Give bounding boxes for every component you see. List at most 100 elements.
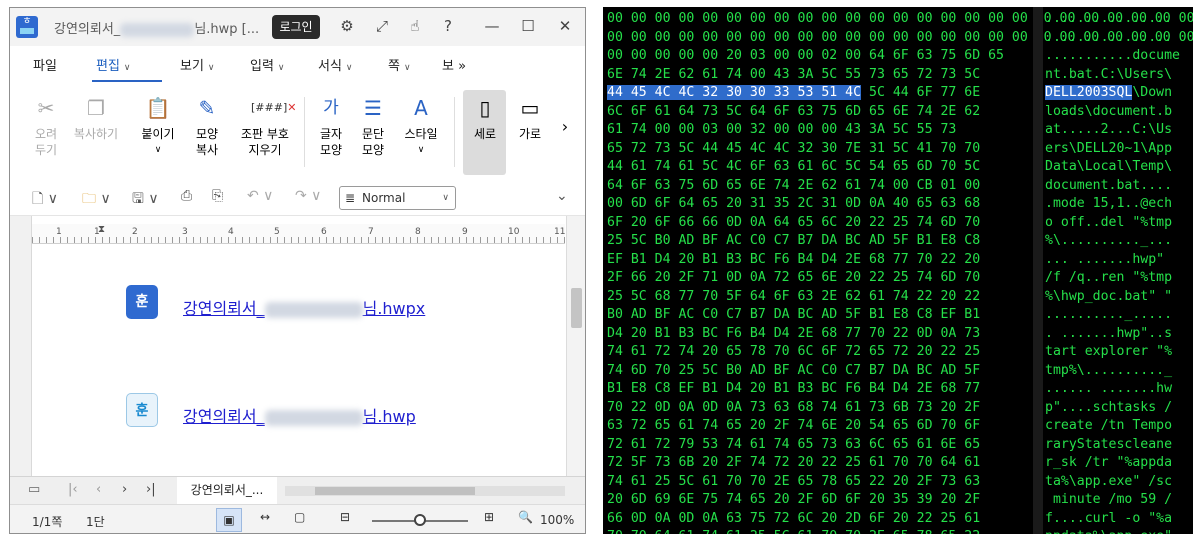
hex-row[interactable]: 74 61 72 74 20 65 78 70 6C 6F 72 65 72 2… <box>607 343 1031 362</box>
save-icon[interactable]: 🖫 ∨ <box>132 188 159 212</box>
menu-edit[interactable]: 편집 ∨ <box>96 55 131 74</box>
char-shape-button[interactable]: 가 글자 모양 <box>313 94 349 158</box>
ascii-row[interactable]: . .......hwp"..s <box>1045 325 1189 344</box>
style-button[interactable]: A 스타일 ∨ <box>398 94 444 158</box>
zoom-in-icon[interactable]: ⊞ <box>484 510 494 524</box>
cut-button[interactable]: ✂ 오려 두기 <box>28 94 64 158</box>
maximize-icon[interactable]: ☐ <box>518 16 538 36</box>
hex-row[interactable]: 25 5C B0 AD BF AC C0 C7 B7 DA BC AD 5F B… <box>607 232 1031 251</box>
zoom-slider-thumb[interactable] <box>414 514 426 526</box>
ascii-row[interactable]: document.bat.... <box>1045 177 1189 196</box>
hex-row[interactable]: 44 45 4C 4C 32 30 30 33 53 51 4C 5C 44 6… <box>607 84 1031 103</box>
ascii-row[interactable]: tmp%\.........._ <box>1045 362 1189 381</box>
file-link-hwp[interactable]: 강연의뢰서_ 님.hwp <box>183 403 416 427</box>
ascii-row[interactable]: raryStatescleane <box>1045 436 1189 455</box>
portrait-button[interactable]: ▯ 세로 <box>465 94 505 142</box>
hex-row[interactable]: 00 00 00 00 00 00 00 00 00 00 00 00 00 0… <box>607 29 1193 48</box>
hex-row[interactable]: 66 0D 0A 0D 0A 63 75 72 6C 20 2D 6F 20 2… <box>607 510 1031 529</box>
vertical-scrollbar[interactable] <box>566 216 585 476</box>
clear-marks-button[interactable]: [###]✕ 조판 부호 지우기 <box>232 94 298 158</box>
file-link-hwpx[interactable]: 강연의뢰서_ 님.hwpx <box>183 295 425 319</box>
hex-row[interactable]: 25 5C 68 77 70 5F 64 6F 63 2E 62 61 74 2… <box>607 288 1031 307</box>
close-icon[interactable]: ✕ <box>555 16 575 36</box>
hex-row[interactable]: 00 00 00 00 00 00 00 00 00 00 00 00 00 0… <box>607 10 1193 29</box>
hex-selection[interactable]: 44 45 4C 4C 32 30 30 33 53 51 4C <box>607 85 862 100</box>
gear-icon[interactable]: ⚙ <box>337 16 357 36</box>
hex-row[interactable]: 00 00 00 00 00 20 03 00 00 02 00 64 6F 6… <box>607 47 1031 66</box>
hex-row[interactable]: 6C 6F 61 64 73 5C 64 6F 63 75 6D 65 6E 7… <box>607 103 1031 122</box>
ascii-row[interactable]: ta%\app.exe" /sc <box>1045 473 1189 492</box>
toolbar-expand-icon[interactable]: ⌄ <box>556 188 568 204</box>
first-page-icon[interactable]: |‹ <box>68 482 78 497</box>
document-canvas[interactable]: 훈 강연의뢰서_ 님.hwpx 훈 강연의뢰서_ 님.hwp <box>33 245 565 476</box>
paste-button[interactable]: 📋 붙이기 ∨ <box>135 94 181 158</box>
hex-row[interactable]: B0 AD BF AC C0 C7 B7 DA BC AD 5F B1 E8 C… <box>607 306 1031 325</box>
ascii-row[interactable]: f....curl -o "%a <box>1045 510 1189 529</box>
ascii-row[interactable]: ... .......hwp" <box>1045 251 1189 270</box>
last-page-icon[interactable]: ›| <box>146 482 156 497</box>
prev-page-icon[interactable]: ‹ <box>96 482 101 497</box>
ascii-row[interactable]: nt.bat.C:\Users\ <box>1045 66 1189 85</box>
fit-width-icon[interactable]: ↔ <box>260 510 270 524</box>
hex-row[interactable]: B1 E8 C8 EF B1 D4 20 B1 B3 BC F6 B4 D4 2… <box>607 380 1031 399</box>
hand-icon[interactable]: ☝ <box>405 16 425 36</box>
hex-row[interactable]: 74 6D 70 25 5C B0 AD BF AC C0 C7 B7 DA B… <box>607 362 1031 381</box>
hex-row[interactable]: 6F 20 6F 66 66 0D 0A 64 65 6C 20 22 25 7… <box>607 214 1031 233</box>
ascii-row[interactable]: minute /mo 59 / <box>1045 491 1189 510</box>
ascii-row[interactable]: create /tn Tempo <box>1045 417 1189 436</box>
hex-row[interactable]: 72 61 72 79 53 74 61 74 65 73 63 6C 65 6… <box>607 436 1031 455</box>
ascii-row[interactable]: .........._..... <box>1045 306 1189 325</box>
full-page-icon[interactable]: ▢ <box>294 510 305 524</box>
landscape-button[interactable]: ▭ 가로 <box>510 94 550 142</box>
hwpx-file-icon[interactable]: 훈 <box>126 285 158 319</box>
hex-row[interactable]: 70 22 0D 0A 0D 0A 73 63 68 74 61 73 6B 7… <box>607 399 1031 418</box>
horizontal-scrollbar[interactable] <box>285 486 565 496</box>
hex-row[interactable]: EF B1 D4 20 B1 B3 BC F6 B4 D4 2E 68 77 7… <box>607 251 1031 270</box>
login-button[interactable]: 로그인 <box>272 15 320 39</box>
hex-row[interactable]: 63 72 65 61 74 65 20 2F 74 6E 20 54 65 6… <box>607 417 1031 436</box>
hex-row[interactable]: 64 6F 63 75 6D 65 6E 74 2E 62 61 74 00 C… <box>607 177 1031 196</box>
ascii-row[interactable]: r_sk /tr "%appda <box>1045 454 1189 473</box>
ascii-row[interactable]: o off..del "%tmp <box>1045 214 1189 233</box>
hex-row[interactable]: 00 6D 6F 64 65 20 31 35 2C 31 0D 0A 40 6… <box>607 195 1031 214</box>
ascii-row[interactable]: %\.........._... <box>1045 232 1189 251</box>
help-icon[interactable]: ? <box>438 16 458 36</box>
ascii-row[interactable]: DELL2003SQL\Down <box>1045 84 1189 103</box>
minimize-icon[interactable]: — <box>482 16 502 36</box>
new-document-icon[interactable]: 🗋 ∨ <box>32 188 58 212</box>
hex-row[interactable]: 6E 74 2E 62 61 74 00 43 3A 5C 55 73 65 7… <box>607 66 1031 85</box>
hex-row[interactable]: 2F 66 20 2F 71 0D 0A 72 65 6E 20 22 25 7… <box>607 269 1031 288</box>
hex-row[interactable]: 61 74 00 00 03 00 32 00 00 00 43 3A 5C 5… <box>607 121 1031 140</box>
ascii-row[interactable]: at.....2...C:\Us <box>1045 121 1189 140</box>
menu-file[interactable]: 파일 <box>33 55 57 74</box>
sheet-icon[interactable]: ▭ <box>28 482 40 497</box>
ascii-selection[interactable]: DELL2003SQL <box>1045 85 1133 100</box>
magnifier-icon[interactable]: 🔍 <box>518 510 533 524</box>
ascii-row[interactable]: tart explorer "% <box>1045 343 1189 362</box>
hex-row[interactable]: 72 5F 73 6B 20 2F 74 72 20 22 25 61 70 7… <box>607 454 1031 473</box>
ascii-row[interactable]: Data\Local\Temp\ <box>1045 158 1189 177</box>
copy-button[interactable]: ❐ 복사하기 <box>64 94 128 142</box>
menu-page[interactable]: 쪽 ∨ <box>388 55 411 74</box>
undo-icon[interactable]: ↶ ∨ <box>247 188 273 204</box>
scroll-thumb[interactable] <box>571 288 582 328</box>
ascii-row[interactable]: ers\DELL20~1\App <box>1045 140 1189 159</box>
style-select[interactable]: ≣ Normal ∨ <box>339 186 456 210</box>
hex-row[interactable]: 20 6D 69 6E 75 74 65 20 2F 6D 6F 20 35 3… <box>607 491 1031 510</box>
ascii-row[interactable]: ...........docume <box>1045 47 1189 66</box>
hwp-file-icon[interactable]: 훈 <box>126 393 158 427</box>
menu-view[interactable]: 보기 ∨ <box>180 55 215 74</box>
ascii-row[interactable]: ...... .......hw <box>1045 380 1189 399</box>
print-preview-icon[interactable]: ⎘ <box>212 188 223 204</box>
menu-format[interactable]: 서식 ∨ <box>318 55 353 74</box>
ascii-row[interactable]: %\hwp_doc.bat" " <box>1045 288 1189 307</box>
horizontal-scroll-thumb[interactable] <box>315 487 475 495</box>
para-shape-button[interactable]: ☰ 문단 모양 <box>355 94 391 158</box>
fullscreen-icon[interactable]: ⤢ <box>372 16 392 36</box>
ascii-row[interactable]: ................ <box>1045 10 1189 29</box>
page-view-icon[interactable]: ▣ <box>216 508 242 532</box>
print-icon[interactable]: ⎙ <box>181 188 192 204</box>
ascii-row[interactable]: ppdata%\app.exe" <box>1045 528 1189 534</box>
ribbon-more-button[interactable]: › <box>556 119 574 135</box>
menu-more[interactable]: 보 » <box>442 55 466 74</box>
